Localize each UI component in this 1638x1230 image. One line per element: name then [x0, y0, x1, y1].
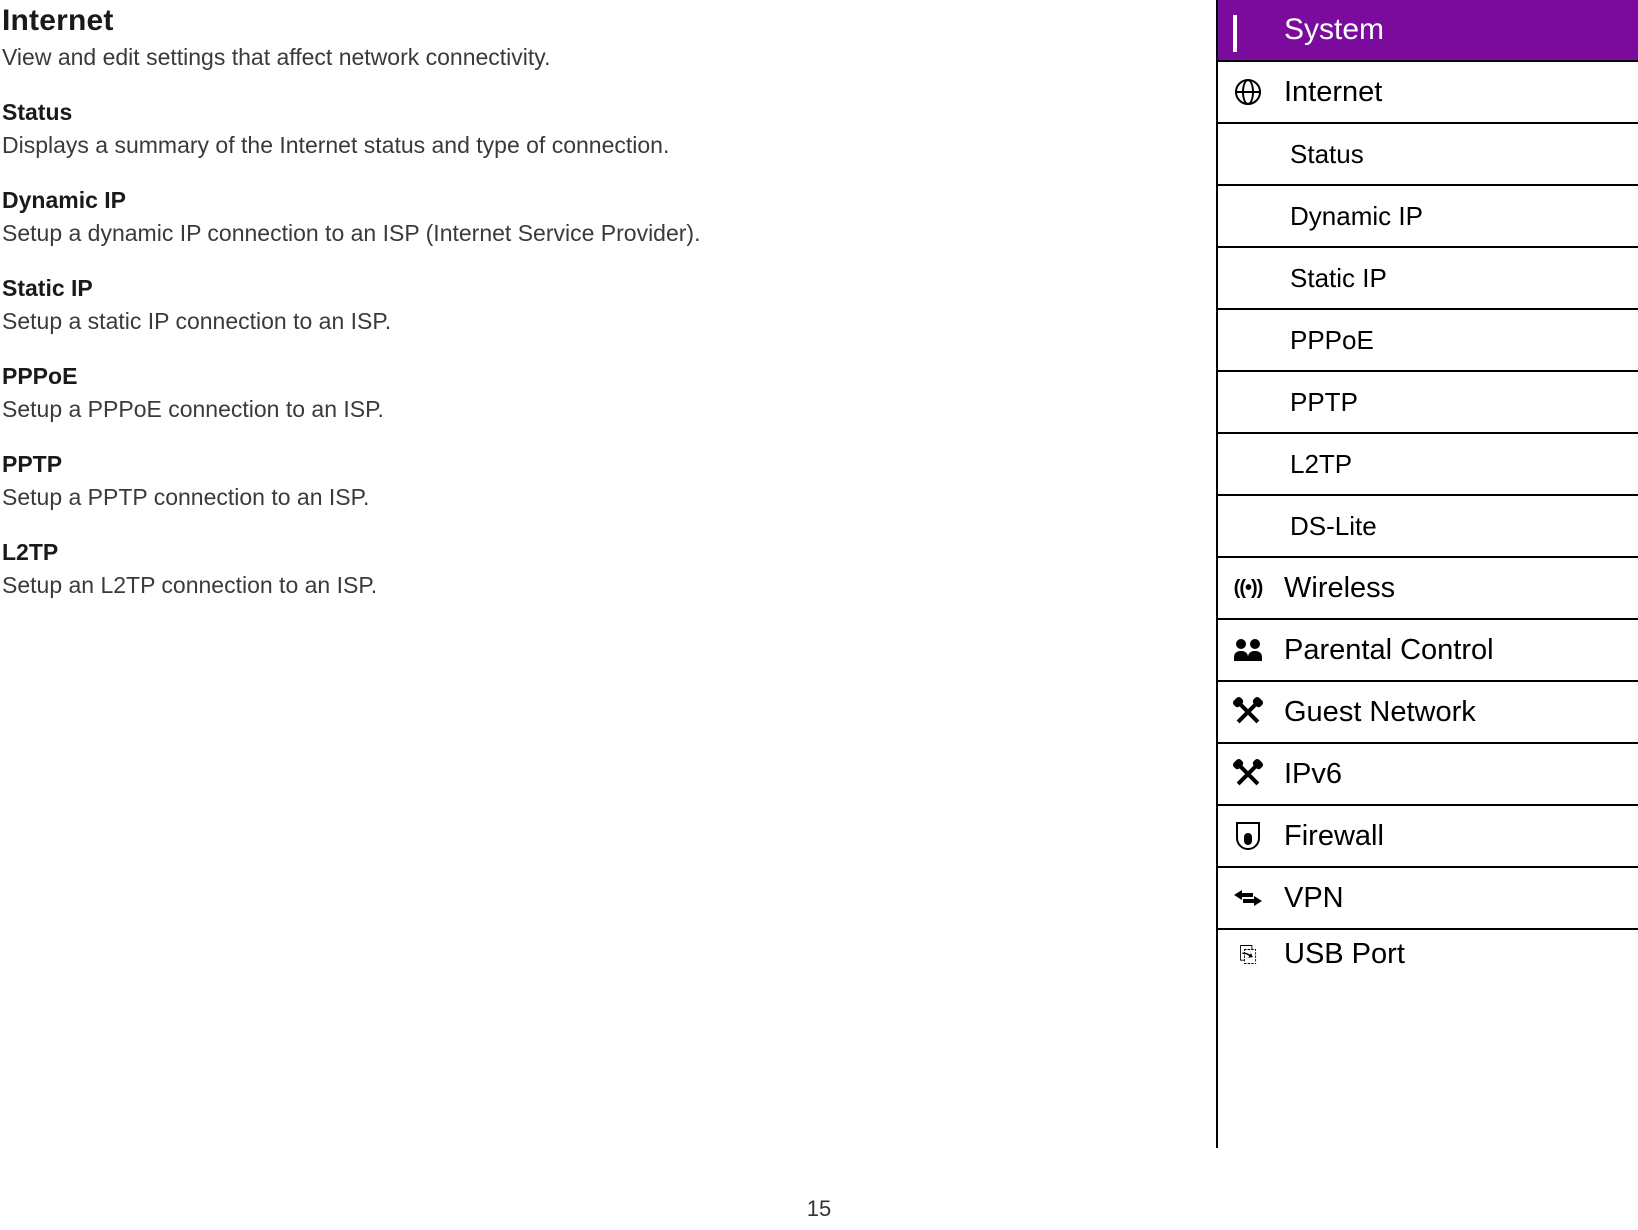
menu-item-internet[interactable]: Internet: [1218, 62, 1638, 124]
menu-item-label: PPPoE: [1290, 325, 1374, 356]
nav-menu: System Internet Status Dynamic IP Static…: [1216, 0, 1638, 1148]
menu-item-guest-network[interactable]: Guest Network: [1218, 682, 1638, 744]
menu-sub-status[interactable]: Status: [1218, 124, 1638, 186]
section-status: Status Displays a summary of the Interne…: [2, 99, 842, 161]
menu-header-system[interactable]: System: [1218, 0, 1638, 62]
menu-item-label: Dynamic IP: [1290, 201, 1423, 232]
section-dynamic-ip: Dynamic IP Setup a dynamic IP connection…: [2, 187, 842, 249]
menu-item-label: Guest Network: [1278, 696, 1476, 729]
section-desc: Setup a dynamic IP connection to an ISP …: [2, 218, 842, 249]
menu-item-vpn[interactable]: VPN: [1218, 868, 1638, 930]
menu-item-label: PPTP: [1290, 387, 1358, 418]
section-title: Status: [2, 99, 842, 126]
page-subtitle: View and edit settings that affect netwo…: [2, 42, 842, 73]
menu-sub-l2tp[interactable]: L2TP: [1218, 434, 1638, 496]
section-title: Dynamic IP: [2, 187, 842, 214]
menu-item-usb-port[interactable]: ⎘ USB Port: [1218, 930, 1638, 979]
menu-item-label: Static IP: [1290, 263, 1387, 294]
section-desc: Setup a static IP connection to an ISP.: [2, 306, 842, 337]
section-static-ip: Static IP Setup a static IP connection t…: [2, 275, 842, 337]
arrows-icon: [1218, 888, 1278, 908]
section-l2tp: L2TP Setup an L2TP connection to an ISP.: [2, 539, 842, 601]
menu-item-label: VPN: [1278, 882, 1344, 915]
section-desc: Setup a PPPoE connection to an ISP.: [2, 394, 842, 425]
section-desc: Setup a PPTP connection to an ISP.: [2, 482, 842, 513]
section-desc: Displays a summary of the Internet statu…: [2, 130, 842, 161]
menu-item-ipv6[interactable]: IPv6: [1218, 744, 1638, 806]
menu-item-label: Wireless: [1278, 572, 1395, 605]
menu-item-label: DS-Lite: [1290, 511, 1377, 542]
section-title: Static IP: [2, 275, 842, 302]
section-desc: Setup an L2TP connection to an ISP.: [2, 570, 842, 601]
document-content: Internet View and edit settings that aff…: [0, 0, 842, 627]
menu-item-label: USB Port: [1278, 938, 1405, 971]
usb-icon: ⎘: [1218, 942, 1278, 968]
menu-item-wireless[interactable]: ((•)) Wireless: [1218, 558, 1638, 620]
menu-item-label: Firewall: [1278, 820, 1384, 853]
menu-sub-pppoe[interactable]: PPPoE: [1218, 310, 1638, 372]
menu-item-label: Status: [1290, 139, 1364, 170]
tools-icon: [1218, 699, 1278, 725]
page-title: Internet: [2, 4, 842, 38]
menu-item-label: Parental Control: [1278, 634, 1494, 667]
menu-sub-dslite[interactable]: DS-Lite: [1218, 496, 1638, 558]
menu-sub-dynamic-ip[interactable]: Dynamic IP: [1218, 186, 1638, 248]
menu-sub-static-ip[interactable]: Static IP: [1218, 248, 1638, 310]
menu-sub-pptp[interactable]: PPTP: [1218, 372, 1638, 434]
section-pptp: PPTP Setup a PPTP connection to an ISP.: [2, 451, 842, 513]
section-title: L2TP: [2, 539, 842, 566]
shield-fire-icon: [1218, 822, 1278, 850]
menu-item-firewall[interactable]: Firewall: [1218, 806, 1638, 868]
section-title: PPTP: [2, 451, 842, 478]
menu-item-label: L2TP: [1290, 449, 1352, 480]
menu-item-label: Internet: [1278, 76, 1382, 109]
menu-item-parental-control[interactable]: Parental Control: [1218, 620, 1638, 682]
globe-icon: [1218, 79, 1278, 105]
monitor-icon: [1218, 17, 1278, 43]
menu-header-label: System: [1278, 13, 1384, 47]
wireless-icon: ((•)): [1218, 577, 1278, 600]
tools-icon: [1218, 761, 1278, 787]
menu-item-label: IPv6: [1278, 758, 1342, 791]
section-pppoe: PPPoE Setup a PPPoE connection to an ISP…: [2, 363, 842, 425]
section-title: PPPoE: [2, 363, 842, 390]
page-number: 15: [0, 1196, 1638, 1222]
users-icon: [1218, 639, 1278, 661]
